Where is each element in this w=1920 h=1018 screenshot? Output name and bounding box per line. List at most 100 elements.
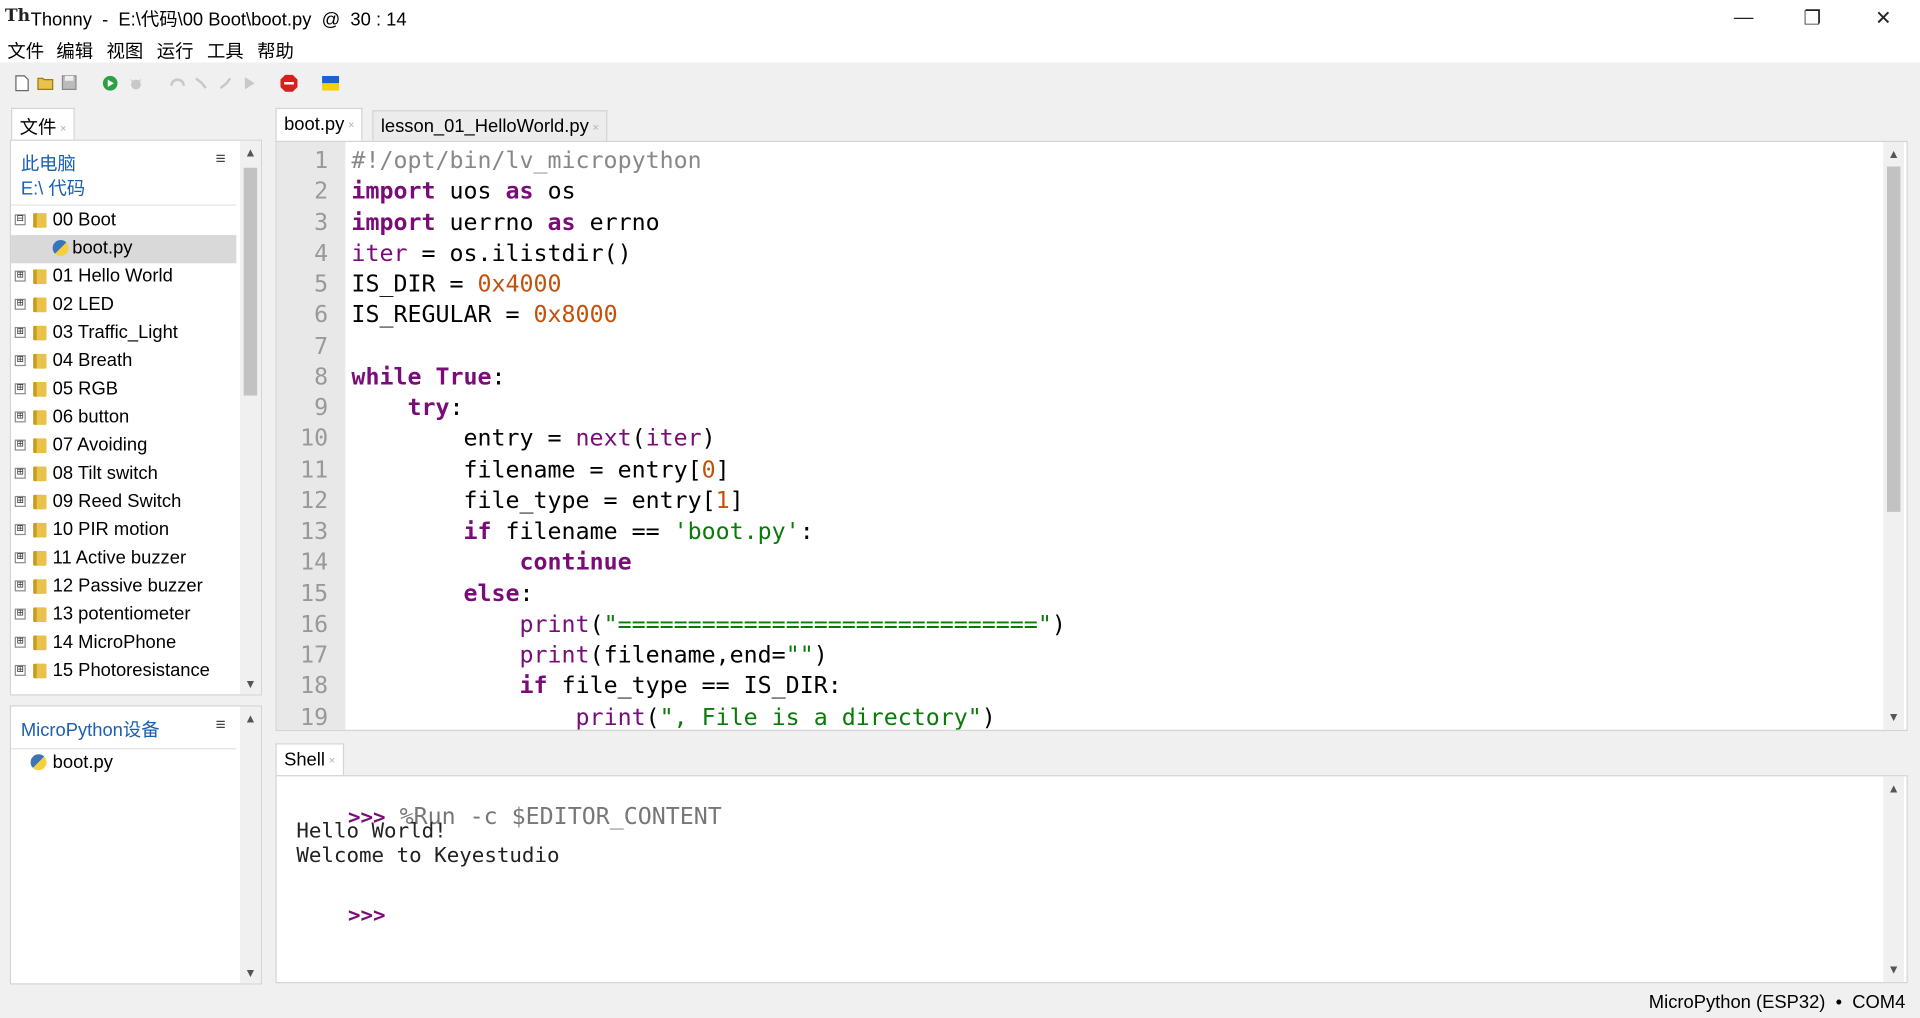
tab-lesson-01-close-icon[interactable]: × — [592, 121, 598, 133]
scroll-down-icon[interactable]: ▼ — [1883, 960, 1904, 981]
location-path-link[interactable]: E:\ 代码 — [21, 175, 85, 201]
expand-icon[interactable]: ⊞ — [14, 270, 26, 282]
editor-scrollbar[interactable]: ▲ ▼ — [1883, 142, 1905, 730]
tab-boot-py-close-icon[interactable]: × — [348, 119, 354, 131]
folder-row[interactable]: ⊞ 08 Tilt switch — [11, 460, 236, 488]
expand-icon[interactable]: ⊞ — [14, 467, 26, 479]
folder-row[interactable]: ⊞ 07 Avoiding — [11, 432, 236, 460]
collapse-icon[interactable]: ⊟ — [14, 214, 26, 226]
tab-boot-py[interactable]: boot.py × — [275, 107, 364, 143]
close-icon: ✕ — [1875, 7, 1892, 29]
code-editor[interactable]: 1 2 3 4 5 6 7 8 9 10 11 12 13 14 15 16 17 18 19 #!/opt/bin… — [275, 140, 1908, 732]
expand-icon[interactable]: ⊞ — [14, 439, 26, 451]
minimize-button[interactable]: — — [1709, 0, 1778, 36]
shell-panel[interactable]: >>> %Run -c $EDITOR_CONTENT Hello World!… — [275, 775, 1908, 984]
scroll-down-icon[interactable]: ▼ — [1883, 708, 1904, 729]
folder-row[interactable]: ⊞ 05 RGB — [11, 376, 236, 404]
code-line: IS_DIR = 0x4000 — [351, 271, 561, 298]
shell-input-line[interactable]: >>> — [282, 882, 386, 951]
folder-row[interactable]: ⊞ 02 LED — [11, 291, 236, 319]
tab-files-close-icon[interactable]: × — [60, 122, 66, 134]
folder-row[interactable]: ⊞ 11 Active buzzer — [11, 545, 236, 573]
device-scrollbar[interactable]: ▲ ▼ — [240, 706, 261, 985]
folder-row[interactable]: ⊞ 04 Breath — [11, 348, 236, 376]
files-panel: 此电脑 E:\ 代码 ≡ ⊟ 00 Boot boot.py ⊞ 01 Hello Wo… — [9, 139, 263, 696]
menu-file[interactable]: 文件 — [7, 38, 44, 64]
code-token: import — [351, 177, 436, 205]
restore-button[interactable]: ❐ — [1778, 0, 1847, 36]
folder-row[interactable]: ⊞ 13 potentiometer — [11, 601, 236, 629]
editor-scroll-thumb[interactable] — [1886, 166, 1901, 512]
folder-row[interactable]: ⊞ 10 PIR motion — [11, 517, 236, 545]
ukraine-flag-icon[interactable] — [322, 75, 340, 91]
folder-row[interactable]: ⊟ 00 Boot — [11, 207, 236, 235]
expand-icon[interactable]: ⊞ — [14, 495, 26, 507]
file-row[interactable]: boot.py — [11, 235, 237, 264]
menu-edit[interactable]: 编辑 — [56, 38, 93, 64]
folder-icon — [33, 269, 47, 285]
save-icon[interactable] — [61, 75, 78, 92]
expand-icon[interactable]: ⊞ — [14, 608, 26, 620]
expand-icon[interactable]: ⊞ — [14, 298, 26, 310]
folder-icon — [33, 213, 47, 228]
code-token: 0x4000 — [477, 270, 562, 298]
tab-lesson-01[interactable]: lesson_01_HelloWorld.py × — [372, 110, 608, 141]
expand-icon[interactable]: ⊞ — [14, 411, 26, 423]
code-token: (filename,end= — [589, 641, 786, 669]
folder-row[interactable]: ⊞ 09 Reed Switch — [11, 489, 236, 517]
new-file-icon[interactable] — [15, 75, 32, 92]
expand-icon[interactable]: ⊞ — [14, 636, 26, 648]
menu-help[interactable]: 帮助 — [257, 38, 294, 64]
expand-icon[interactable]: ⊞ — [14, 383, 26, 395]
files-menu-icon[interactable]: ≡ — [216, 148, 226, 168]
tree-item-label: 05 RGB — [52, 378, 118, 400]
shell-scrollbar[interactable]: ▲ ▼ — [1883, 776, 1905, 983]
scroll-up-icon[interactable]: ▲ — [1883, 779, 1904, 800]
stop-icon[interactable] — [280, 74, 298, 92]
files-scrollbar[interactable]: ▲ ▼ — [240, 140, 261, 696]
folder-row[interactable]: ⊞ 14 MicroPhone — [11, 629, 236, 657]
code-token: print — [575, 703, 646, 730]
device-file-row[interactable]: boot.py — [11, 749, 236, 777]
menu-tools[interactable]: 工具 — [207, 38, 244, 64]
menu-view[interactable]: 视图 — [107, 38, 144, 64]
scroll-up-icon[interactable]: ▲ — [240, 143, 261, 164]
interpreter-status[interactable]: MicroPython (ESP32) • COM4 — [1649, 992, 1906, 1013]
folder-row[interactable]: ⊞ 01 Hello World — [11, 263, 236, 291]
code-token: import — [351, 208, 436, 236]
step-into-icon[interactable] — [192, 75, 209, 92]
line-number: 19 — [300, 703, 329, 731]
device-menu-icon[interactable]: ≡ — [216, 714, 226, 734]
debug-icon[interactable] — [127, 75, 144, 92]
line-number: 14 — [300, 548, 329, 576]
files-scroll-thumb[interactable] — [243, 167, 258, 396]
close-button[interactable]: ✕ — [1849, 0, 1918, 36]
tab-files[interactable]: 文件 × — [11, 107, 76, 140]
menu-run[interactable]: 运行 — [157, 38, 194, 64]
expand-icon[interactable]: ⊞ — [14, 523, 26, 536]
folder-row[interactable]: ⊞ 03 Traffic_Light — [11, 320, 236, 348]
folder-icon — [33, 297, 47, 313]
folder-row[interactable]: ⊞ 06 button — [11, 404, 236, 432]
location-computer-link[interactable]: 此电脑 — [21, 151, 76, 177]
expand-icon[interactable]: ⊞ — [14, 354, 26, 367]
tab-shell-close-icon[interactable]: × — [329, 754, 335, 766]
scroll-up-icon[interactable]: ▲ — [240, 709, 261, 730]
scroll-down-icon[interactable]: ▼ — [240, 675, 261, 696]
expand-icon[interactable]: ⊞ — [14, 664, 26, 676]
code-token: #!/opt/bin/lv_micropython — [351, 146, 702, 174]
open-file-icon[interactable] — [37, 75, 54, 92]
run-icon[interactable] — [102, 75, 119, 92]
expand-icon[interactable]: ⊞ — [14, 552, 26, 564]
scroll-down-icon[interactable]: ▼ — [240, 964, 261, 985]
folder-row[interactable]: ⊞ 15 Photoresistance — [11, 658, 236, 686]
expand-icon[interactable]: ⊞ — [14, 580, 26, 592]
code-area[interactable]: #!/opt/bin/lv_micropython import uos as o… — [351, 142, 1882, 730]
tab-shell[interactable]: Shell × — [275, 743, 344, 777]
step-over-icon[interactable] — [169, 75, 186, 92]
folder-row[interactable]: ⊞ 12 Passive buzzer — [11, 573, 236, 601]
resume-icon[interactable] — [241, 75, 258, 92]
scroll-up-icon[interactable]: ▲ — [1883, 144, 1904, 165]
expand-icon[interactable]: ⊞ — [14, 326, 26, 338]
step-out-icon[interactable] — [217, 75, 234, 92]
